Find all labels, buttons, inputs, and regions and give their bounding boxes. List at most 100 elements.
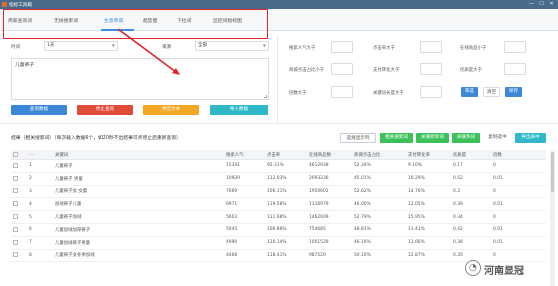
save-filter-button[interactable]: 保存: [505, 87, 522, 97]
col-pay-conversion[interactable]: 支付转化率: [406, 150, 451, 160]
query-data-button[interactable]: 查询数据: [11, 105, 67, 115]
keyword-length-input[interactable]: [420, 86, 442, 98]
col-online-goods[interactable]: 在线商品数: [307, 150, 352, 160]
results-table: ... 关键词 搜索人气 点击率 在线商品数 商城点击占比 支付转化率 优质度 …: [11, 150, 546, 263]
row-search-popularity: 6971: [224, 197, 265, 212]
multiple-input[interactable]: [331, 86, 353, 98]
import-data-button[interactable]: 导入数据: [210, 105, 268, 115]
app-logo-icon: [2, 2, 7, 7]
col-multiple[interactable]: 倍数: [491, 150, 546, 160]
row-multiple: 0.01: [491, 172, 546, 186]
table-row[interactable]: 3 儿童裤子女 女童 7669 106.11% 1950601 52.62% 14.76% 0…: [11, 185, 546, 199]
row-quality: 0.34: [451, 210, 491, 224]
table-row[interactable]: 1 儿童裤子 15341 95.31% 4612938 52.34% 9.10% 0.17 0: [11, 159, 546, 173]
search-popularity-input[interactable]: [331, 41, 353, 53]
row-index: 1: [27, 159, 53, 173]
row-pay-conversion: 14.76%: [406, 185, 451, 199]
pay-conversion-input[interactable]: [420, 63, 442, 75]
export-table-button[interactable]: 导出表中: [515, 133, 546, 143]
keyword-text: 儿童裤子: [15, 63, 35, 68]
quality-input[interactable]: [504, 63, 526, 75]
row-search-popularity: 5603: [224, 210, 265, 224]
row-mall-click-ratio: 52.62%: [352, 185, 406, 199]
table-row[interactable]: 5 儿童裤子加绒 5603 111.68% 1462609 52.79% 15.95% 0.3…: [11, 210, 546, 224]
row-mall-click-ratio: 52.79%: [352, 210, 406, 224]
filter-button[interactable]: 筛选: [461, 87, 478, 97]
online-goods-label: 在线商品小于: [460, 46, 487, 51]
title-bar: 指标工具箱 — ☐ ✕: [0, 0, 558, 9]
clear-filter-button[interactable]: 清空: [483, 87, 500, 97]
online-goods-input[interactable]: [504, 41, 526, 53]
row-multiple: 0: [491, 210, 546, 224]
row-keyword: 儿童加绒加厚裤子: [53, 223, 224, 237]
select-columns-button[interactable]: 选择显示列: [340, 133, 376, 143]
scrollbar-thumb[interactable]: [551, 152, 554, 192]
row-index: 6: [27, 223, 53, 237]
row-online-goods: 1462609: [307, 210, 352, 224]
time-label: 时间: [11, 45, 21, 50]
chevron-down-icon: ▼: [262, 43, 266, 48]
stop-query-button[interactable]: 停止查询: [77, 105, 133, 115]
related-hot-words-button[interactable]: 关联热词: [452, 133, 480, 143]
minimize-button[interactable]: —: [528, 1, 535, 8]
row-index: 8: [27, 249, 53, 263]
source-label: 来源: [162, 45, 172, 50]
row-keyword: 儿童裤子 男童: [53, 172, 224, 186]
mall-click-ratio-input[interactable]: [331, 63, 353, 75]
result-caption: 结果（相关搜索词）（单次载入数据6个，如20秒不出结果可点停止后重新查询）: [11, 136, 181, 141]
row-checkbox[interactable]: [11, 236, 27, 250]
multiple-label: 倍数大于: [289, 91, 307, 96]
resize-handle-icon[interactable]: [264, 95, 267, 98]
row-index: 7: [27, 236, 53, 250]
col-index: ...: [27, 150, 53, 160]
row-index: 3: [27, 185, 53, 199]
row-mall-click-ratio: 45.01%: [352, 172, 406, 186]
clear-text-button[interactable]: 清空文本: [143, 105, 199, 115]
row-checkbox[interactable]: [11, 210, 27, 224]
row-mall-click-ratio: 46.19%: [352, 236, 406, 250]
col-mall-click-ratio[interactable]: 商城点击占比: [352, 150, 406, 160]
watermark-text: 河南显冠: [484, 266, 524, 277]
row-pay-conversion: 12.87%: [406, 249, 451, 263]
close-button[interactable]: ✕: [548, 1, 555, 8]
row-online-goods: 1001529: [307, 236, 352, 250]
col-ctr[interactable]: 点击率: [265, 150, 307, 160]
row-pay-conversion: 9.10%: [406, 159, 451, 173]
row-mall-click-ratio: 50.10%: [352, 249, 406, 263]
row-search-popularity: 4990: [224, 236, 265, 250]
table-row[interactable]: 6 儿童加绒加厚裤子 5045 106.86% 754685 48.81% 11.41% 0.…: [11, 223, 546, 237]
row-search-popularity: 7669: [224, 185, 265, 199]
row-checkbox[interactable]: [11, 249, 27, 263]
row-checkbox[interactable]: [11, 172, 27, 186]
maximize-button[interactable]: ☐: [538, 1, 545, 8]
col-keyword[interactable]: 关键词: [53, 150, 224, 160]
search-popularity-label: 搜索人气大于: [289, 46, 316, 51]
related-search-words-button[interactable]: 相关搜索词: [380, 133, 413, 143]
row-online-goods: 2093236: [307, 172, 352, 186]
row-checkbox[interactable]: [11, 159, 27, 173]
select-all-checkbox[interactable]: [11, 150, 27, 160]
row-pay-conversion: 15.95%: [406, 210, 451, 224]
col-search-popularity[interactable]: 搜索人气: [224, 150, 265, 160]
ctr-input[interactable]: [420, 41, 442, 53]
watermark: ◔ 河南显冠: [465, 258, 555, 278]
row-checkbox[interactable]: [11, 197, 27, 212]
row-online-goods: 1950601: [307, 185, 352, 199]
keyword-textarea[interactable]: 儿童裤子: [11, 58, 269, 100]
row-keyword: 儿童裤子女冬季加绒: [53, 249, 224, 263]
highlight-box: [3, 9, 268, 39]
table-row[interactable]: 4 加绒裤子儿童 6971 119.58% 1316979 46.00% 12.05% 0.3…: [11, 197, 546, 212]
source-select[interactable]: 全部 ▼: [195, 41, 269, 51]
row-keyword: 儿童裤子女 女童: [53, 185, 224, 199]
wechat-icon: ◔: [465, 260, 481, 276]
col-quality[interactable]: 优质度: [451, 150, 491, 160]
table-row[interactable]: 2 儿童裤子 男童 10929 112.03% 2093236 45.01% 16.29% 0…: [11, 172, 546, 186]
row-checkbox[interactable]: [11, 223, 27, 237]
table-row[interactable]: 7 儿童加绒裤子男童 4990 120.14% 1001529 46.19% 13.66% 0…: [11, 236, 546, 250]
row-multiple: 0.01: [491, 236, 546, 250]
row-keyword: 儿童裤子加绒: [53, 210, 224, 224]
row-checkbox[interactable]: [11, 185, 27, 199]
related-modifier-words-button[interactable]: 关联修饰词: [416, 133, 449, 143]
time-select[interactable]: 1天 ▼: [44, 41, 118, 51]
copy-selected-button[interactable]: 复制选中: [484, 133, 511, 143]
